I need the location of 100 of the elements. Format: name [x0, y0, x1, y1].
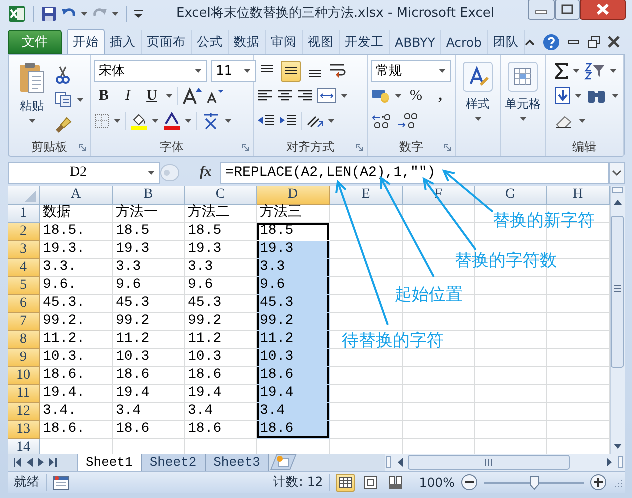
row-header[interactable]: 9 [8, 349, 40, 367]
sheet-tab[interactable]: Sheet1 [78, 454, 142, 471]
column-header[interactable]: D [257, 186, 330, 205]
next-sheet-button[interactable] [38, 458, 44, 467]
new-sheet-button[interactable] [269, 454, 298, 471]
caret-icon[interactable] [114, 119, 121, 123]
font-name-field[interactable]: 宋体 [94, 60, 207, 82]
zoom-slider-thumb[interactable] [530, 476, 538, 490]
caret-icon[interactable] [225, 119, 232, 123]
previous-sheet-button[interactable] [27, 458, 33, 467]
caret-icon[interactable] [610, 69, 617, 73]
copy-icon[interactable] [55, 92, 73, 108]
column-header[interactable]: A [40, 186, 113, 205]
paste-icon[interactable] [18, 62, 46, 94]
last-sheet-button[interactable] [49, 458, 57, 467]
caret-icon[interactable] [185, 119, 192, 123]
fill-icon[interactable] [555, 87, 571, 105]
accounting-format-icon[interactable] [371, 88, 391, 104]
excel-logo-icon[interactable] [8, 4, 26, 22]
row-header[interactable]: 2 [8, 223, 40, 241]
decrease-decimal-icon[interactable] [397, 113, 419, 129]
fill-color-icon[interactable] [130, 112, 148, 130]
row-header[interactable]: 4 [8, 259, 40, 277]
row-header[interactable]: 5 [8, 277, 40, 295]
row-header[interactable]: 12 [8, 403, 40, 421]
row-header[interactable]: 7 [8, 313, 40, 331]
maximize-button[interactable] [555, 0, 580, 20]
save-icon[interactable] [41, 6, 57, 22]
dialog-launcher-icon[interactable] [79, 144, 86, 151]
caret-icon[interactable] [81, 12, 88, 16]
caret-icon[interactable] [28, 119, 36, 123]
dialog-launcher-icon[interactable] [242, 144, 249, 151]
cells-icon[interactable] [508, 62, 538, 92]
caret-icon[interactable] [573, 69, 580, 73]
column-header[interactable]: E [330, 186, 403, 205]
zoom-slider[interactable] [484, 476, 584, 490]
sort-filter-icon[interactable] [584, 62, 606, 80]
increase-decimal-icon[interactable] [371, 113, 393, 129]
close-button[interactable] [580, 0, 626, 20]
italic-button[interactable]: I [118, 86, 138, 106]
resize-grip-icon[interactable] [613, 478, 623, 488]
formula-bar-handle-icon[interactable] [160, 162, 180, 184]
caret-icon[interactable] [77, 98, 84, 102]
borders-icon[interactable] [94, 113, 110, 129]
caret-icon[interactable] [612, 94, 619, 98]
cells-label[interactable]: 单元格 [505, 96, 541, 113]
underline-button[interactable]: U [142, 86, 162, 106]
restore-icon[interactable] [588, 36, 600, 48]
caret-icon[interactable] [579, 119, 586, 123]
file-tab[interactable]: 文件 [8, 30, 62, 54]
caret-icon[interactable] [195, 69, 202, 73]
row-header[interactable]: 14 [8, 439, 40, 454]
close-icon[interactable] [608, 36, 620, 48]
align-right-icon[interactable] [297, 89, 313, 103]
help-icon[interactable] [543, 34, 560, 50]
phonetic-guide-icon[interactable] [201, 112, 221, 130]
bold-button[interactable]: B [94, 86, 114, 106]
caret-icon[interactable] [341, 94, 348, 98]
decrease-indent-icon[interactable] [257, 114, 275, 128]
dialog-launcher-icon[interactable] [444, 144, 451, 151]
font-size-field[interactable]: 11 [211, 60, 256, 82]
caret-icon[interactable] [439, 69, 446, 73]
view-button[interactable] [336, 474, 356, 492]
row-header[interactable]: 8 [8, 331, 40, 349]
caret-icon[interactable] [328, 119, 335, 123]
first-sheet-button[interactable] [14, 458, 22, 467]
caret-icon[interactable] [112, 12, 119, 16]
row-header[interactable]: 10 [8, 367, 40, 385]
sheet-tab[interactable]: Sheet2 [142, 454, 206, 471]
format-painter-icon[interactable] [55, 116, 73, 134]
caret-icon[interactable] [575, 94, 582, 98]
increase-indent-icon[interactable] [279, 114, 297, 128]
caret-icon[interactable] [520, 117, 526, 121]
caret-icon[interactable] [395, 94, 402, 98]
column-header[interactable]: C [185, 186, 257, 205]
align-center-icon[interactable] [277, 89, 293, 103]
dialog-launcher-icon[interactable] [356, 144, 363, 151]
caret-icon[interactable] [148, 171, 155, 175]
wrap-text-icon[interactable] [329, 63, 347, 79]
percent-style-button[interactable]: % [406, 86, 426, 106]
row-header[interactable]: 3 [8, 241, 40, 259]
align-left-icon[interactable] [257, 89, 273, 103]
scroll-thumb[interactable] [408, 455, 570, 470]
autosum-icon[interactable] [555, 63, 569, 79]
column-header[interactable]: H [547, 186, 610, 205]
macro-record-icon[interactable] [53, 476, 69, 490]
minimize-icon[interactable] [568, 38, 580, 46]
styles-label[interactable]: 样式 [466, 96, 490, 113]
caret-icon[interactable] [474, 117, 482, 121]
row-header[interactable]: 11 [8, 385, 40, 403]
font-color-icon[interactable] [163, 112, 181, 130]
customize-icon[interactable] [134, 8, 143, 18]
styles-icon[interactable] [463, 62, 493, 92]
name-box[interactable]: D2 [8, 162, 160, 184]
row-header[interactable]: 6 [8, 295, 40, 313]
minimize-button[interactable] [528, 0, 555, 20]
formula-field[interactable]: =REPLACE(A2,LEN(A2),1,"") [220, 162, 609, 184]
zoom-out-button[interactable] [461, 474, 478, 491]
row-header[interactable]: 13 [8, 421, 40, 439]
middle-align-button[interactable] [281, 60, 301, 82]
